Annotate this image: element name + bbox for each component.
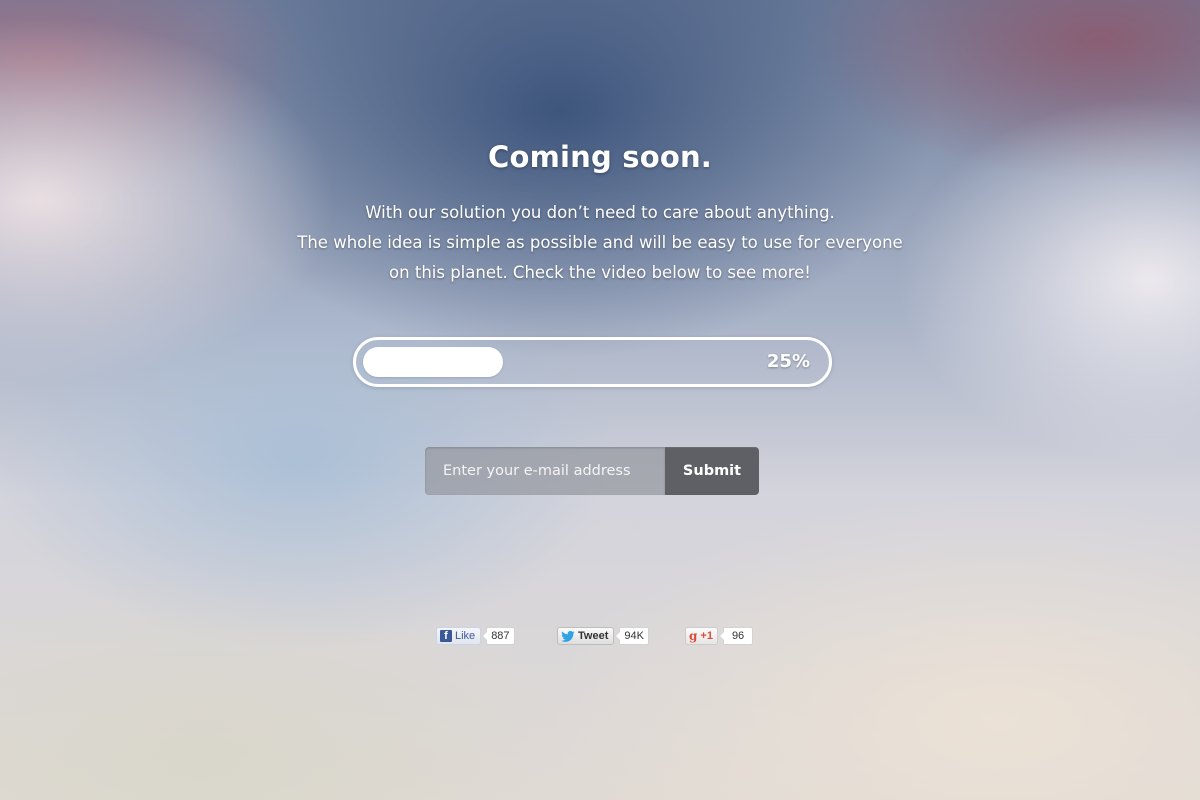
page-title: Coming soon. [487, 140, 713, 174]
facebook-like-widget: f Like 887 [436, 626, 515, 646]
twitter-bird-icon [561, 630, 575, 642]
google-plus-widget: g +1 96 [685, 626, 754, 646]
description-line: The whole idea is simple as possible and… [297, 233, 903, 252]
progress-track [363, 347, 755, 377]
progress-fill [363, 347, 503, 377]
progress-bar: 25% [353, 337, 832, 387]
submit-button[interactable]: Submit [665, 447, 759, 495]
coming-soon-page: Coming soon. With our solution you don’t… [0, 0, 1200, 800]
twitter-tweet-widget: Tweet 94K [557, 626, 649, 646]
google-plus-one-button[interactable]: g +1 [685, 627, 718, 645]
google-plus-icon: g [689, 629, 698, 643]
description-line: on this planet. Check the video below to… [389, 263, 811, 282]
facebook-icon: f [440, 630, 452, 642]
subscribe-form: Submit [425, 447, 759, 495]
description-line: With our solution you don’t need to care… [365, 203, 835, 222]
tweet-count: 94K [615, 627, 649, 645]
email-input[interactable] [425, 447, 665, 495]
tweet-button[interactable]: Tweet [557, 627, 615, 645]
facebook-like-label: Like [455, 630, 476, 642]
tweet-label: Tweet [578, 630, 609, 642]
facebook-like-button[interactable]: f Like [436, 627, 482, 645]
description: With our solution you don’t need to care… [0, 198, 1200, 288]
google-plus-one-label: +1 [700, 630, 713, 642]
google-plus-one-count: 96 [718, 627, 754, 645]
facebook-like-count: 887 [482, 627, 515, 645]
progress-percent-label: 25% [766, 351, 810, 372]
